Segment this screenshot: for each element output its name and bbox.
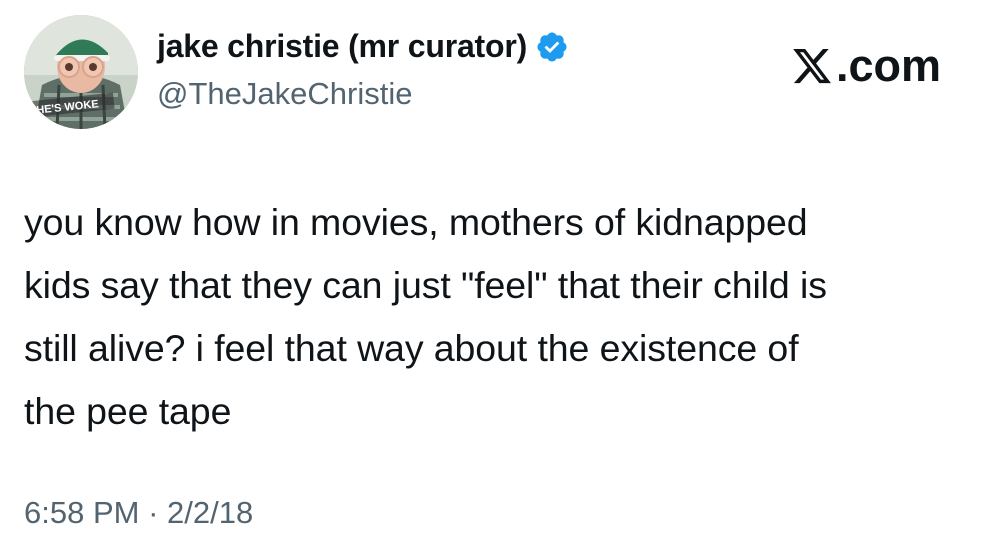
display-name-text: jake christie (mr curator) <box>157 28 528 64</box>
brand-watermark: .com <box>790 40 941 92</box>
tweet-card: HE'S WOKE jake christie (mr curator) @Th… <box>0 0 1000 553</box>
tweet-line: kids say that they can just "feel" that … <box>24 264 827 306</box>
tweet-line: the pee tape <box>24 390 232 432</box>
author-display-name[interactable]: jake christie (mr curator) <box>157 28 569 65</box>
brand-suffix: .com <box>836 40 942 91</box>
timestamp-separator: · <box>148 495 159 530</box>
tweet-date: 2/2/18 <box>167 495 254 530</box>
avatar[interactable]: HE'S WOKE <box>24 15 138 129</box>
tweet-text: you know how in movies, mothers of kidna… <box>24 191 984 443</box>
tweet-line: still alive? i feel that way about the e… <box>24 327 799 369</box>
tweet-timestamp[interactable]: 6:58 PM · 2/2/18 <box>24 495 253 531</box>
verified-badge-icon <box>535 30 569 64</box>
avatar-image: HE'S WOKE <box>24 15 138 129</box>
tweet-time: 6:58 PM <box>24 495 140 530</box>
x-logo-icon <box>790 45 834 87</box>
tweet-line: you know how in movies, mothers of kidna… <box>24 201 808 243</box>
author-handle[interactable]: @TheJakeChristie <box>157 76 412 112</box>
